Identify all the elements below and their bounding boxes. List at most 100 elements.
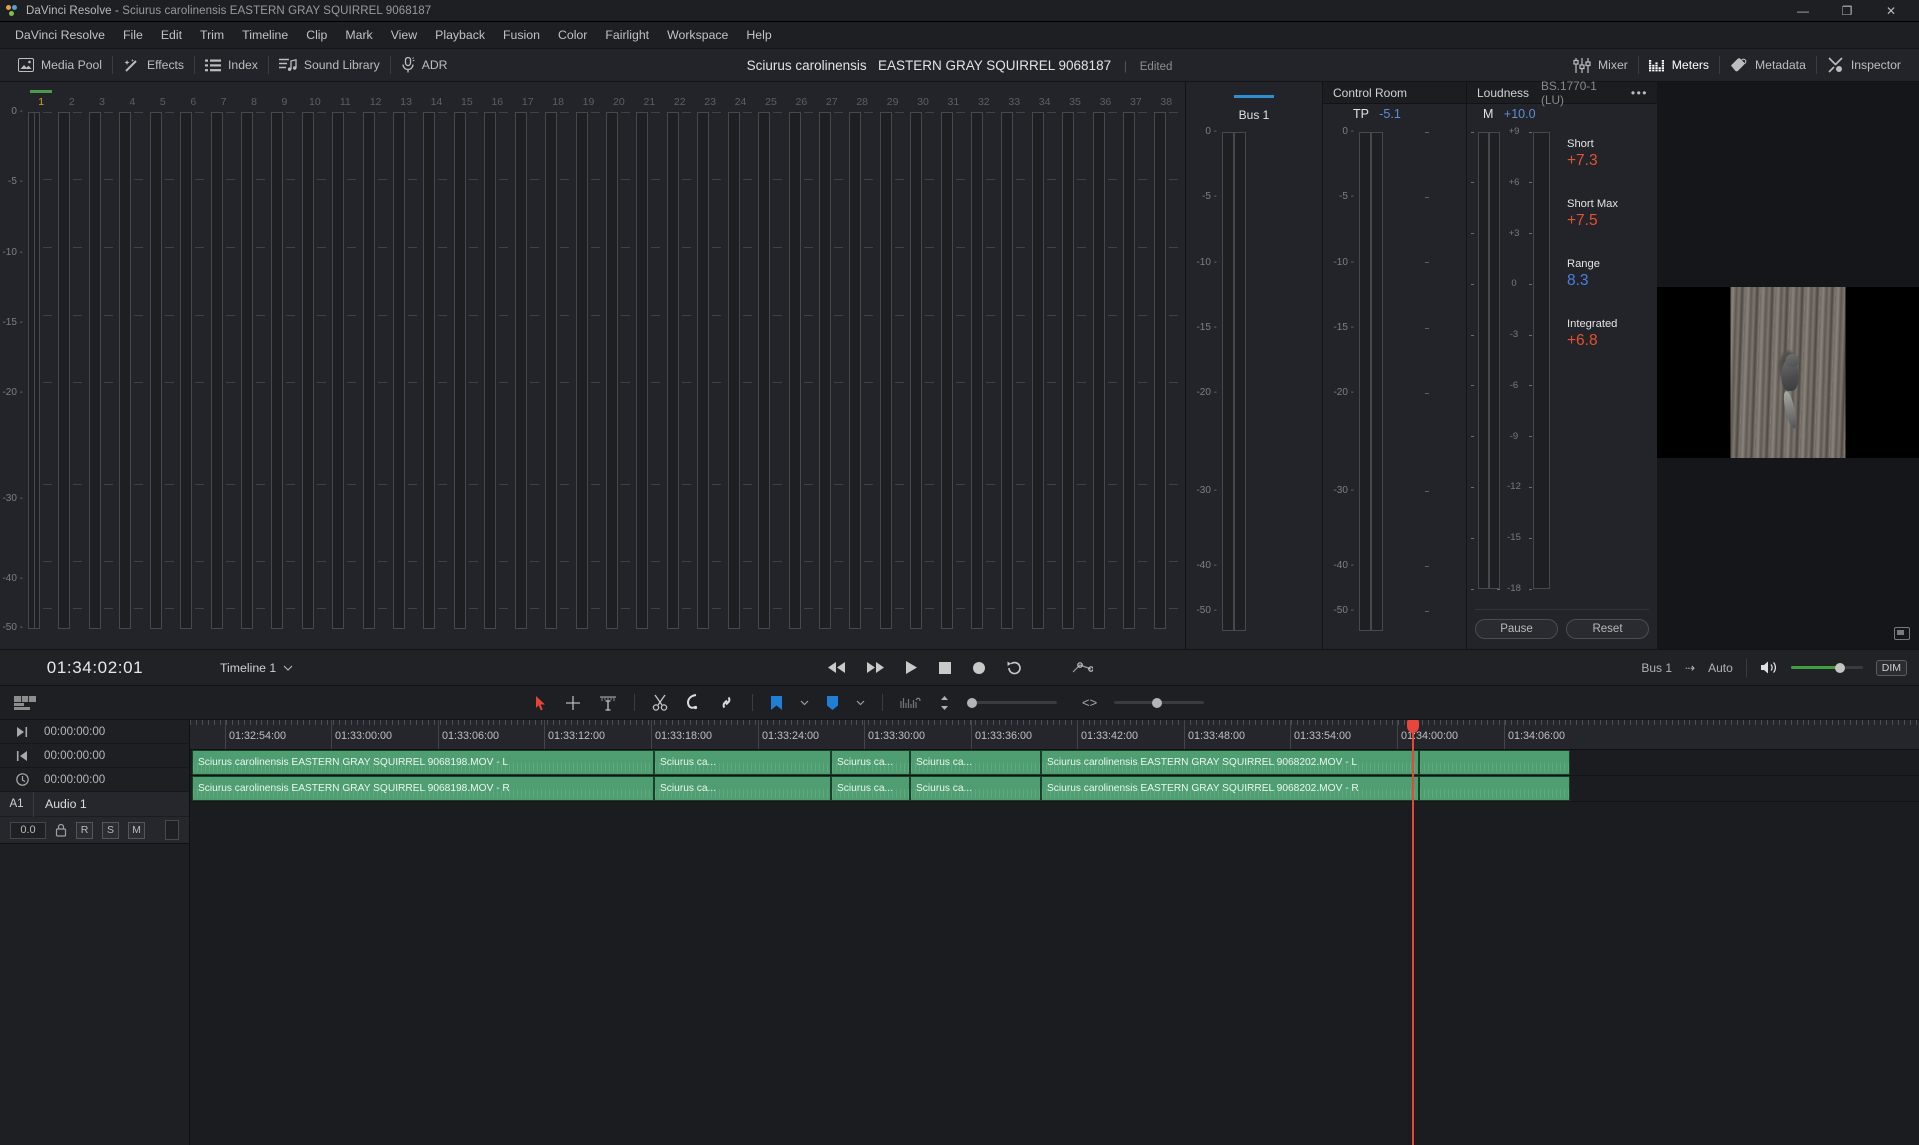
meter-channel-18[interactable]: 18 bbox=[543, 82, 573, 112]
playhead[interactable] bbox=[1407, 720, 1419, 1145]
timeline-clip[interactable]: Sciurus ca... bbox=[831, 750, 910, 775]
meter-channel-16[interactable]: 16 bbox=[482, 82, 512, 112]
timeline-clip[interactable]: Sciurus ca... bbox=[910, 750, 1041, 775]
track-lane-right[interactable]: Sciurus carolinensis EASTERN GRAY SQUIRR… bbox=[190, 776, 1919, 802]
menu-item-mark[interactable]: Mark bbox=[336, 22, 381, 49]
marker-dropdown-icon[interactable] bbox=[800, 700, 809, 706]
menu-item-davinci-resolve[interactable]: DaVinci Resolve bbox=[6, 22, 114, 49]
zoom-range-icon[interactable]: <> bbox=[1082, 695, 1097, 710]
meter-channel-37[interactable]: 37 bbox=[1121, 82, 1151, 112]
toolbar-metadata-button[interactable]: Metadata bbox=[1720, 49, 1816, 82]
automation-icon[interactable] bbox=[1071, 661, 1093, 675]
meter-channel-20[interactable]: 20 bbox=[604, 82, 634, 112]
timeline-clip[interactable]: Sciurus carolinensis EASTERN GRAY SQUIRR… bbox=[1041, 776, 1419, 801]
maximize-button[interactable]: ❐ bbox=[1825, 0, 1869, 22]
loudness-options-icon[interactable]: ••• bbox=[1622, 86, 1657, 100]
snap-icon[interactable] bbox=[685, 694, 701, 711]
meter-channel-24[interactable]: 24 bbox=[725, 82, 755, 112]
meter-channel-21[interactable]: 21 bbox=[634, 82, 664, 112]
flag-icon[interactable] bbox=[826, 695, 839, 711]
menu-item-clip[interactable]: Clip bbox=[297, 22, 336, 49]
meter-channel-25[interactable]: 25 bbox=[756, 82, 786, 112]
meter-channel-13[interactable]: 13 bbox=[391, 82, 421, 112]
track-fader[interactable] bbox=[165, 820, 179, 840]
close-button[interactable]: ✕ bbox=[1869, 0, 1913, 22]
menu-item-file[interactable]: File bbox=[114, 22, 152, 49]
timeline-clip[interactable]: Sciurus ca... bbox=[831, 776, 910, 801]
marker-icon[interactable] bbox=[770, 695, 783, 711]
toolbar-meters-button[interactable]: Meters bbox=[1639, 49, 1719, 82]
monitor-mode-label[interactable]: Auto bbox=[1708, 661, 1733, 675]
meter-channel-19[interactable]: 19 bbox=[573, 82, 603, 112]
timeline-zoom-knob[interactable] bbox=[1152, 697, 1163, 708]
stop-icon[interactable] bbox=[938, 661, 952, 675]
menu-item-fairlight[interactable]: Fairlight bbox=[596, 22, 658, 49]
menu-item-fusion[interactable]: Fusion bbox=[494, 22, 549, 49]
volume-knob[interactable] bbox=[1834, 662, 1845, 673]
rewind-icon[interactable] bbox=[827, 661, 846, 674]
pointer-icon[interactable] bbox=[535, 695, 547, 711]
timeline-clip[interactable]: Sciurus ca... bbox=[654, 776, 831, 801]
loudness-standard[interactable]: BS.1770-1 (LU) bbox=[1541, 79, 1622, 107]
timeline-tracks-body[interactable]: 01:32:54:00 01:33:00:00 01:33:06:00 01:33:1… bbox=[190, 720, 1919, 1145]
link-icon[interactable] bbox=[718, 694, 735, 711]
toolbar-sound-library-button[interactable]: Sound Library bbox=[269, 49, 390, 82]
track-record-button[interactable]: R bbox=[76, 821, 93, 839]
meter-channel-9[interactable]: 9 bbox=[269, 82, 299, 112]
toolbar-adr-button[interactable]: ADR bbox=[391, 49, 458, 82]
meter-channel-12[interactable]: 12 bbox=[360, 82, 390, 112]
menu-item-timeline[interactable]: Timeline bbox=[233, 22, 297, 49]
trim-icon[interactable] bbox=[564, 695, 582, 711]
meter-channel-22[interactable]: 22 bbox=[665, 82, 695, 112]
meter-channel-32[interactable]: 32 bbox=[969, 82, 999, 112]
timeline-clip[interactable] bbox=[1419, 750, 1570, 775]
viewer-snapshot-icon[interactable] bbox=[1894, 627, 1910, 640]
meter-channel-33[interactable]: 33 bbox=[999, 82, 1029, 112]
play-icon[interactable] bbox=[905, 660, 918, 675]
meter-channel-3[interactable]: 3 bbox=[87, 82, 117, 112]
meter-channel-15[interactable]: 15 bbox=[452, 82, 482, 112]
meter-channel-30[interactable]: 30 bbox=[908, 82, 938, 112]
meter-channel-2[interactable]: 2 bbox=[56, 82, 86, 112]
range-icon[interactable] bbox=[599, 695, 617, 711]
timeline-clip[interactable] bbox=[1419, 776, 1570, 801]
meter-channel-38[interactable]: 38 bbox=[1151, 82, 1181, 112]
track-solo-button[interactable]: S bbox=[102, 821, 119, 839]
menu-item-trim[interactable]: Trim bbox=[191, 22, 233, 49]
menu-item-workspace[interactable]: Workspace bbox=[658, 22, 737, 49]
record-icon[interactable] bbox=[972, 661, 986, 675]
waveform-icon[interactable] bbox=[900, 695, 922, 711]
fast-forward-icon[interactable] bbox=[866, 661, 885, 674]
lock-icon[interactable] bbox=[55, 823, 67, 837]
track-height-slider[interactable] bbox=[967, 697, 1057, 708]
meter-channel-11[interactable]: 11 bbox=[330, 82, 360, 112]
meter-channel-23[interactable]: 23 bbox=[695, 82, 725, 112]
meter-channel-6[interactable]: 6 bbox=[178, 82, 208, 112]
timeline-zoom-slider[interactable] bbox=[1114, 697, 1205, 708]
meter-channel-27[interactable]: 27 bbox=[817, 82, 847, 112]
menu-item-playback[interactable]: Playback bbox=[426, 22, 494, 49]
meter-channel-17[interactable]: 17 bbox=[513, 82, 543, 112]
meter-channel-29[interactable]: 29 bbox=[877, 82, 907, 112]
reset-button[interactable]: Reset bbox=[1566, 619, 1649, 639]
meter-channel-4[interactable]: 4 bbox=[117, 82, 147, 112]
menu-item-edit[interactable]: Edit bbox=[152, 22, 191, 49]
meter-channel-36[interactable]: 36 bbox=[1090, 82, 1120, 112]
dim-button[interactable]: DIM bbox=[1875, 659, 1907, 676]
track-mute-button[interactable]: M bbox=[128, 821, 145, 839]
timeline-ruler[interactable]: 01:32:54:00 01:33:00:00 01:33:06:00 01:33:1… bbox=[190, 720, 1919, 750]
timeline-selector[interactable]: Timeline 1 bbox=[220, 661, 293, 675]
meter-channel-35[interactable]: 35 bbox=[1060, 82, 1090, 112]
current-timecode[interactable]: 01:34:02:01 bbox=[0, 658, 190, 678]
toolbar-effects-button[interactable]: Effects bbox=[113, 49, 194, 82]
meter-channel-34[interactable]: 34 bbox=[1029, 82, 1059, 112]
menu-item-view[interactable]: View bbox=[382, 22, 426, 49]
meter-channel-1[interactable]: 1 bbox=[26, 82, 56, 112]
timeline-clip[interactable]: Sciurus carolinensis EASTERN GRAY SQUIRR… bbox=[1041, 750, 1419, 775]
meter-channel-14[interactable]: 14 bbox=[421, 82, 451, 112]
razor-icon[interactable] bbox=[652, 694, 668, 711]
minimize-button[interactable]: — bbox=[1781, 0, 1825, 22]
timeline-clip[interactable]: Sciurus carolinensis EASTERN GRAY SQUIRR… bbox=[192, 750, 654, 775]
track-height-knob[interactable] bbox=[967, 697, 977, 708]
timeline-clip[interactable]: Sciurus ca... bbox=[654, 750, 831, 775]
